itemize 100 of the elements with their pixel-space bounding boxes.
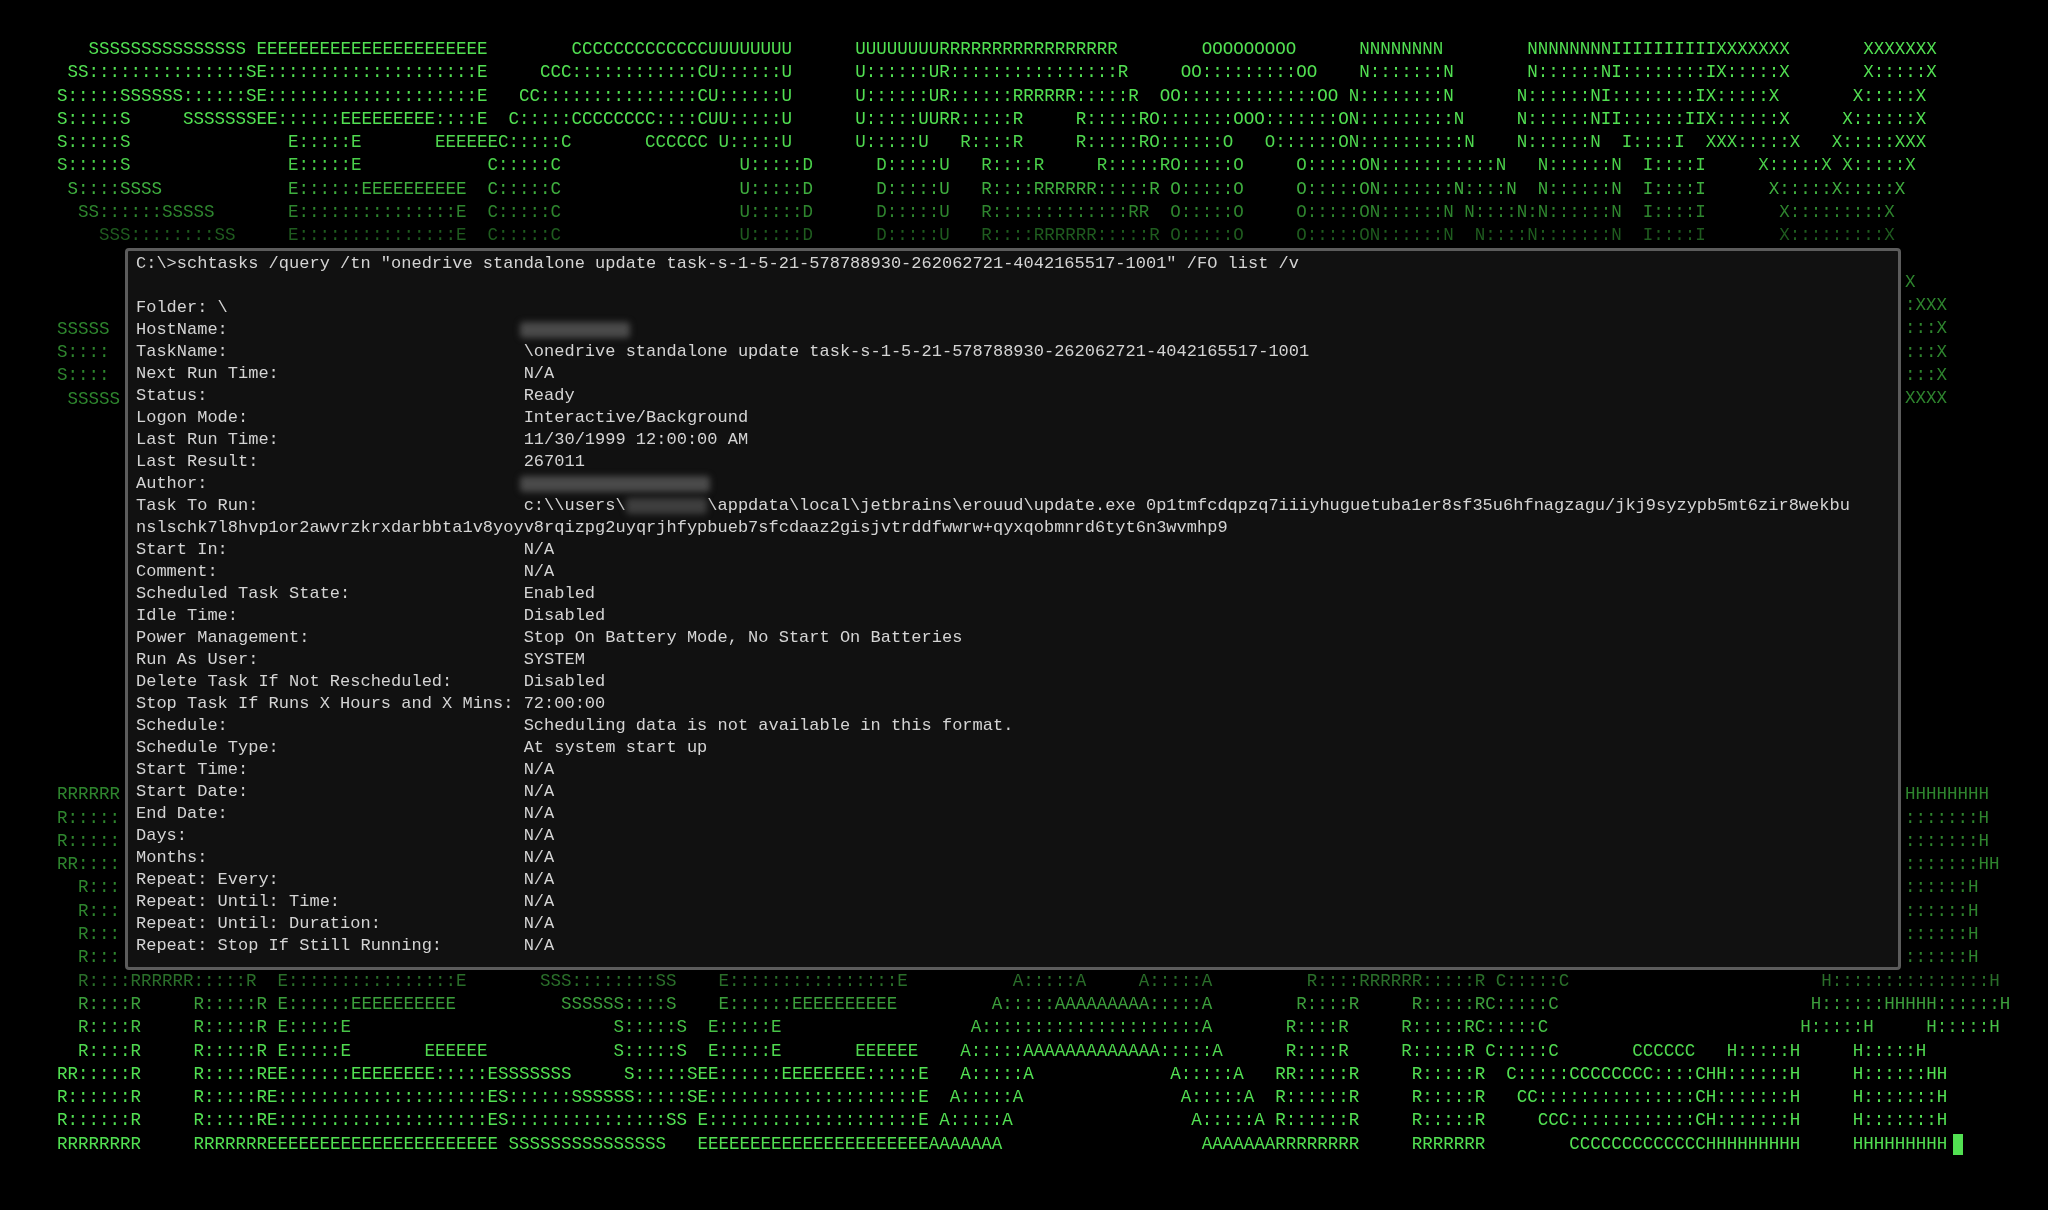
ascii-art-line: S:::::S E:::::E EEEEEEC:::::C CCCCCC U:::::U U:::::U R::::R R:::::RO::::::O O::::::ON::::::::::N N::::::N I::::I XXX:::::X X:::::XXX: [57, 131, 1927, 155]
field-value: Ready: [523, 384, 575, 407]
field-label: Repeat: Until: Time:: [136, 890, 342, 913]
ascii-art-line: X: [1905, 270, 1916, 294]
field-value: N/A: [523, 758, 555, 781]
field-label: Comment:: [136, 560, 219, 583]
field-value: N/A: [523, 934, 555, 957]
field-value: \onedrive standalone update task-s-1-5-21-578788930-262062721-4042165517-1001: [523, 340, 1310, 363]
field-label: Schedule:: [136, 714, 229, 737]
ascii-art-line: S:::::S E:::::E C:::::C U:::::D D:::::U R::::R R:::::RO:::::O O:::::ON:::::::::::N N::::::N I::::I X:::::X X:::::X: [57, 154, 1916, 178]
field-value: N/A: [523, 362, 555, 385]
ascii-art-line: S::::: [57, 340, 110, 364]
ascii-art-line: SSS::::::::SS E:::::::::::::::E C:::::C U:::::D D:::::U R::::RRRRRR:::::R O:::::O O:::::ON::::::N N::::N:::::::N I::::I X:::::::::X: [98, 224, 1895, 248]
field-label: Delete Task If Not Rescheduled:: [136, 670, 454, 693]
ascii-art-line: R::::::R R:::::RE::::::::::::::::::::ES::::::SSSSSS:::::SE::::::::::::::::::::E A:::::A A:::::A R::::::R R:::::R CC:::::::::::::::CH:::::::H H:::::::H: [57, 1086, 1948, 1110]
ascii-art-line: SSSSS: [66, 387, 120, 411]
field-value: c:\\users\: [523, 494, 626, 517]
ascii-art-line: SSSSSSSSSSSSSSS EEEEEEEEEEEEEEEEEEEEEE CCCCCCCCCCCCCUUUUUUUU UUUUUUUURRRRRRRRRRRRRRRRR OOOOOOOOO NNNNNNNN NNNNNNNNIIIIIIIIIIXXXXXXX XXXXXXX: [87, 38, 1937, 61]
ascii-art-line: R:::: [77, 923, 120, 947]
field-label: Stop Task If Runs X Hours and X Mins:: [136, 692, 515, 715]
field-value: Disabled: [523, 604, 606, 627]
ascii-art-line: :::::::H: [1905, 806, 1989, 830]
field-label: Status:: [136, 384, 209, 407]
field-value: N/A: [523, 912, 555, 935]
ascii-art-line: R:::: [77, 876, 120, 900]
ascii-art-line: R:::::: [57, 806, 120, 830]
field-label: Folder:: [136, 296, 208, 319]
ascii-art-line: R::::::R R:::::RE::::::::::::::::::::ES:::::::::::::::SS E::::::::::::::::::::E A:::::A A:::::A R::::::R R:::::R CCC::::::::::::CH:::::::H H:::::::H: [57, 1109, 1948, 1133]
field-label: Start In:: [136, 538, 229, 561]
ascii-art-line: ::::::H: [1905, 899, 1979, 923]
ascii-art-line: R:::: [77, 899, 120, 923]
field-value: 11/30/1999 12:00:00 AM: [523, 428, 749, 451]
field-label: Logon Mode:: [136, 406, 250, 429]
field-value: N/A: [523, 846, 555, 869]
ascii-art-line: ::::::H: [1905, 923, 1979, 947]
field-value: Stop On Battery Mode, No Start On Batteries: [523, 626, 963, 649]
field-value: N/A: [523, 560, 555, 583]
field-value: N/A: [523, 780, 555, 803]
ascii-art-line: :::X: [1905, 363, 1947, 387]
ascii-art-line: R::::R R:::::R E:::::E S:::::S E:::::E A:::::::::::::::::::::A R::::R R:::::RC:::::C H:::::H H:::::H: [77, 1016, 2000, 1040]
field-label: Repeat: Stop If Still Running:: [136, 934, 444, 957]
ascii-art-line: SS:::::::::::::::SE::::::::::::::::::::E CCC::::::::::::CU::::::U U::::::UR::::::::::::::::R OO:::::::::OO N:::::::N N::::::NI::::::::IX:::::X X:::::X: [66, 61, 1937, 85]
ascii-art-line: :XXX: [1905, 293, 1947, 317]
field-value: Disabled: [523, 670, 606, 693]
ascii-art-line: R::::R R:::::R E:::::E EEEEEE S:::::S E:::::E EEEEEE A:::::AAAAAAAAAAAAA:::::A R::::R R:::::R C:::::C CCCCCC H:::::H H:::::H: [77, 1039, 1927, 1063]
field-label: Repeat: Every:: [136, 868, 280, 891]
cursor-block: [1953, 1133, 1964, 1155]
field-value: N/A: [523, 824, 555, 847]
field-value: 72:00:00: [523, 692, 606, 715]
field-label: Task To Run:: [136, 494, 260, 517]
ascii-art-line: ::::::H: [1905, 876, 1979, 900]
ascii-art-line: ::::::H: [1905, 946, 1979, 970]
ascii-art-line: :::::::HH: [1905, 853, 2000, 877]
command-line: C:\>schtasks /query /tn "onedrive standalone update task-s-1-5-21-578788930-262062721-4042165517-1001" /FO list /v: [136, 252, 1299, 275]
field-label: Next Run Time:: [136, 362, 280, 385]
ascii-art-line: HHHHHHHH: [1905, 783, 1989, 807]
field-value: 267011: [523, 450, 585, 473]
field-value: Interactive/Background: [523, 406, 749, 429]
ascii-art-line: S:::::SSSSSS::::::SE::::::::::::::::::::E CC:::::::::::::::CU::::::U U::::::UR::::::RRRRRR:::::R OO:::::::::::::OO N::::::::N N::::::NI::::::::IX:::::X X:::::X: [57, 84, 1927, 108]
ascii-art-line: R:::::: [57, 829, 120, 853]
field-value: N/A: [523, 538, 555, 561]
field-label: HostName:: [136, 318, 229, 341]
field-label: Repeat: Until: Duration:: [136, 912, 382, 935]
ascii-art-line: RRRRRR: [57, 783, 120, 807]
ascii-art-line: SSSSS: [57, 317, 110, 341]
ascii-art-line: RRRRRRRR RRRRRRREEEEEEEEEEEEEEEEEEEEEE SSSSSSSSSSSSSSS EEEEEEEEEEEEEEEEEEEEEEAAAAAAA AAAAAAARRRRRRRR RRRRRRR CCCCCCCCCCCCCHHHHHHHHH HHHHHHHHH: [57, 1132, 1948, 1156]
field-value: N/A: [523, 868, 555, 891]
ascii-art-line: XXXX: [1905, 387, 1947, 411]
ascii-art-line: :::X: [1905, 340, 1947, 364]
field-label: Idle Time:: [136, 604, 240, 627]
field-label: Start Time:: [136, 758, 250, 781]
field-label: Last Run Time:: [136, 428, 280, 451]
field-label: Author:: [136, 472, 209, 495]
field-label: Schedule Type:: [136, 736, 280, 759]
ascii-art-line: S::::: [57, 364, 110, 388]
field-value: N/A: [523, 890, 555, 913]
field-label: End Date:: [136, 802, 229, 825]
ascii-art-line: SS::::::SSSSS E:::::::::::::::E C:::::C U:::::D D:::::U R:::::::::::::RR O:::::O O:::::ON::::::N N::::N:N::::::N I::::I X:::::::::X: [77, 201, 1895, 225]
field-value: At system start up: [523, 736, 708, 759]
ascii-art-line: :::X: [1905, 317, 1947, 341]
field-value: SYSTEM: [523, 648, 585, 671]
field-value: Scheduling data is not available in this format.: [523, 714, 1014, 737]
ascii-art-line: R:::: [77, 946, 120, 970]
field-value: N/A: [523, 802, 555, 825]
field-value: nslschk7l8hvp1or2awvrzkrxdarbbta1v8yoyv8rqizpg2uyqrjhfypbueb7sfcdaaz2gisjvtrddfwwrw+qyxqobmnrd6tyt6n3wvmhp9: [136, 516, 1228, 539]
ascii-art-line: S:::::S SSSSSSSEE::::::EEEEEEEEE::::E C:::::CCCCCCCC::::CUU:::::U U:::::UURR:::::R R:::::RO:::::::OOO:::::::ON:::::::::N N::::::NII::::::IIX::::::X X::::::X: [57, 107, 1927, 131]
field-value: \appdata\local\jetbrains\erouud\update.exe 0p1tmfcdqpzq7iiiyhuguetuba1er8sf35u6hfnagzagu/jkj9syzypb5mt6zir8wekbu: [707, 494, 1850, 517]
field-value: Enabled: [523, 582, 596, 605]
ascii-art-line: R::::RRRRRR:::::R E::::::::::::::::E SSS::::::::SS E::::::::::::::::E A:::::A A:::::A R::::RRRRRR:::::R C:::::C H:::::::::::::::H: [77, 969, 2000, 993]
field-label: Scheduled Task State:: [136, 582, 352, 605]
ascii-art-line: S::::SSSS E::::::EEEEEEEEEE C:::::C U:::::D D:::::U R::::RRRRRR:::::R O:::::O O:::::ON:::::::N::::N N::::::N I::::I X:::::X:::::X: [66, 177, 1906, 201]
ascii-art-line: RR:::::R R:::::REE::::::EEEEEEEE:::::ESSSSSSS S:::::SEE::::::EEEEEEEE:::::E A:::::A A:::::A RR:::::R R:::::R C:::::CCCCCCCC::::CHH::::::H H::::::HH: [57, 1062, 1948, 1086]
field-label: Days:: [136, 824, 188, 847]
field-label: TaskName:: [136, 340, 229, 363]
ascii-art-line: :::::::H: [1905, 829, 1989, 853]
field-value: \: [217, 296, 228, 319]
field-label: Last Result:: [136, 450, 260, 473]
field-label: Months:: [136, 846, 209, 869]
ascii-art-line: RR::::: [57, 853, 120, 877]
field-label: Run As User:: [136, 648, 260, 671]
